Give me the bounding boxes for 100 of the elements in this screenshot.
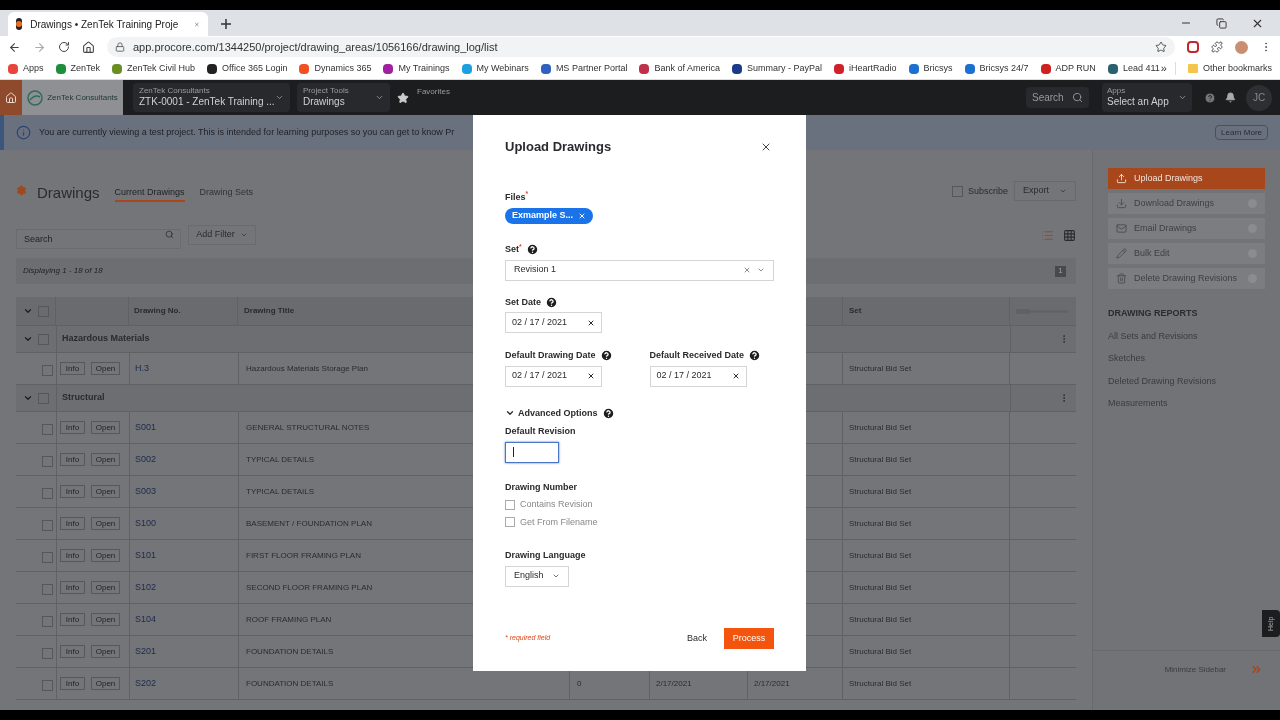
open-button[interactable]: Open [91, 517, 120, 530]
info-button[interactable]: Info [60, 645, 85, 658]
profile-icon[interactable] [1235, 40, 1248, 54]
date-field[interactable]: 02 / 17 / 2021 [505, 365, 602, 387]
info-button[interactable]: Info [60, 362, 85, 375]
bookmark[interactable]: Bricsys [908, 61, 953, 76]
forward-icon[interactable] [33, 40, 46, 54]
column-header[interactable]: Set [849, 305, 862, 317]
checkbox[interactable] [41, 648, 53, 659]
checkbox[interactable] [41, 488, 53, 499]
page-number[interactable]: 1 [1055, 265, 1066, 277]
open-button[interactable]: Open [91, 453, 120, 466]
info-button[interactable]: Info [60, 453, 85, 466]
search-field[interactable]: Search [16, 229, 181, 249]
bookmark[interactable]: Other bookmarks [1174, 61, 1272, 76]
sidebar-action-button[interactable]: Upload Drawings [1108, 168, 1265, 189]
checkbox-label[interactable]: Get From Filename [520, 515, 598, 529]
checkbox[interactable] [41, 584, 53, 595]
star-icon[interactable] [1155, 41, 1167, 53]
collapse-icon[interactable] [22, 306, 33, 316]
restore-icon[interactable] [1216, 17, 1227, 29]
bookmark[interactable]: Bank of America [639, 61, 720, 76]
open-button[interactable]: Open [91, 421, 120, 434]
more-bookmarks[interactable]: » [1160, 60, 1167, 77]
checkbox-label[interactable]: Contains Revision [520, 498, 593, 512]
address-bar[interactable]: app.procore.com/1344250/project/drawing_areas/1056166/drawing_log/list [107, 37, 1175, 57]
checkbox[interactable] [41, 616, 53, 627]
bookmark[interactable]: ZenTek [55, 61, 101, 76]
drawing-number-link[interactable]: S102 [135, 580, 157, 595]
page-tab[interactable]: Drawing Sets [199, 176, 254, 202]
drawing-number-link[interactable]: H.3 [135, 361, 149, 376]
open-button[interactable]: Open [91, 581, 120, 594]
bookmark[interactable]: My Webinars [461, 61, 529, 76]
drawing-number-link[interactable]: S201 [135, 644, 157, 659]
search-button[interactable]: Search [1026, 87, 1089, 108]
info-button[interactable]: Info [60, 677, 85, 690]
extension-icon[interactable] [1187, 41, 1199, 53]
learn-more-button[interactable]: Learn More [1215, 125, 1268, 140]
checkbox[interactable] [41, 424, 53, 435]
info-button[interactable]: Info [60, 421, 85, 434]
back-icon[interactable] [8, 40, 21, 54]
bookmark[interactable]: iHeartRadio [833, 61, 897, 76]
open-button[interactable]: Open [91, 362, 120, 375]
revision-input[interactable] [505, 441, 559, 463]
drawing-number-link[interactable]: S002 [135, 452, 157, 467]
column-header[interactable]: Drawing No. [134, 305, 181, 317]
checkbox[interactable] [41, 552, 53, 563]
open-button[interactable]: Open [91, 677, 120, 690]
back-button[interactable]: Back [684, 628, 710, 649]
info-button[interactable]: Info [60, 517, 85, 530]
checkbox[interactable] [505, 499, 515, 510]
open-button[interactable]: Open [91, 645, 120, 658]
clear-icon[interactable] [587, 318, 595, 327]
checkbox[interactable] [41, 456, 53, 467]
remove-icon[interactable] [578, 212, 587, 220]
process-button[interactable]: Process [724, 628, 774, 649]
notification-icon[interactable] [1225, 92, 1236, 103]
drawing-number-link[interactable]: S100 [135, 516, 157, 531]
user-avatar[interactable]: JC [1246, 84, 1272, 111]
drawing-number-link[interactable]: S202 [135, 676, 157, 691]
project-selector[interactable]: ZenTek Consultants ZTK-0001 - ZenTek Training ... [133, 83, 290, 112]
checkbox[interactable] [41, 520, 53, 531]
subscribe-label[interactable]: Subscribe [967, 185, 1008, 199]
tool-selector[interactable]: Project Tools Drawings [297, 83, 390, 112]
home-icon[interactable] [82, 40, 95, 54]
home-button[interactable] [0, 80, 22, 115]
language-select[interactable]: English [505, 565, 569, 587]
clear-icon[interactable] [587, 372, 595, 380]
apps-selector[interactable]: Apps Select an App [1102, 83, 1192, 112]
add-filter-button[interactable]: Add Filter [188, 225, 256, 245]
open-button[interactable]: Open [91, 613, 120, 626]
info-button[interactable]: Info [60, 549, 85, 562]
bookmark[interactable]: Dynamics 365 [299, 61, 372, 76]
bookmark[interactable]: Office 365 Login [207, 61, 288, 76]
bookmark[interactable]: Apps [8, 61, 44, 76]
bookmark[interactable]: Bricsys 24/7 [964, 61, 1029, 76]
drawing-number-link[interactable]: S104 [135, 612, 157, 627]
drawing-number-link[interactable]: S003 [135, 484, 157, 499]
info-button[interactable]: Info [60, 485, 85, 498]
info-button[interactable]: Info [60, 581, 85, 594]
bookmark[interactable]: My Trainings [383, 61, 450, 76]
open-button[interactable]: Open [91, 549, 120, 562]
date-field[interactable]: 02 / 17 / 2021 [649, 365, 747, 387]
favorite-star-icon[interactable] [397, 91, 409, 104]
reload-icon[interactable] [58, 41, 70, 53]
browser-tab[interactable]: Drawings • ZenTek Training Proje [8, 12, 208, 36]
advanced-options-toggle[interactable]: Advanced Options [505, 406, 774, 420]
open-button[interactable]: Open [91, 485, 120, 498]
new-tab-icon[interactable] [220, 18, 232, 30]
export-button[interactable]: Export [1014, 181, 1076, 201]
extensions-icon[interactable] [1211, 41, 1223, 53]
page-tab[interactable]: Current Drawings [114, 176, 185, 202]
checkbox[interactable] [41, 680, 53, 691]
bookmark[interactable]: ZenTek Civil Hub [112, 61, 196, 76]
grid-view-icon[interactable] [1063, 228, 1076, 242]
column-header[interactable]: Drawing Title [244, 305, 295, 317]
file-chip[interactable]: Exmample S... [505, 208, 594, 224]
drawing-number-link[interactable]: S001 [135, 420, 157, 435]
favorites-label[interactable]: Favorites [417, 86, 450, 115]
bookmark[interactable]: Lead 411 [1107, 61, 1160, 76]
